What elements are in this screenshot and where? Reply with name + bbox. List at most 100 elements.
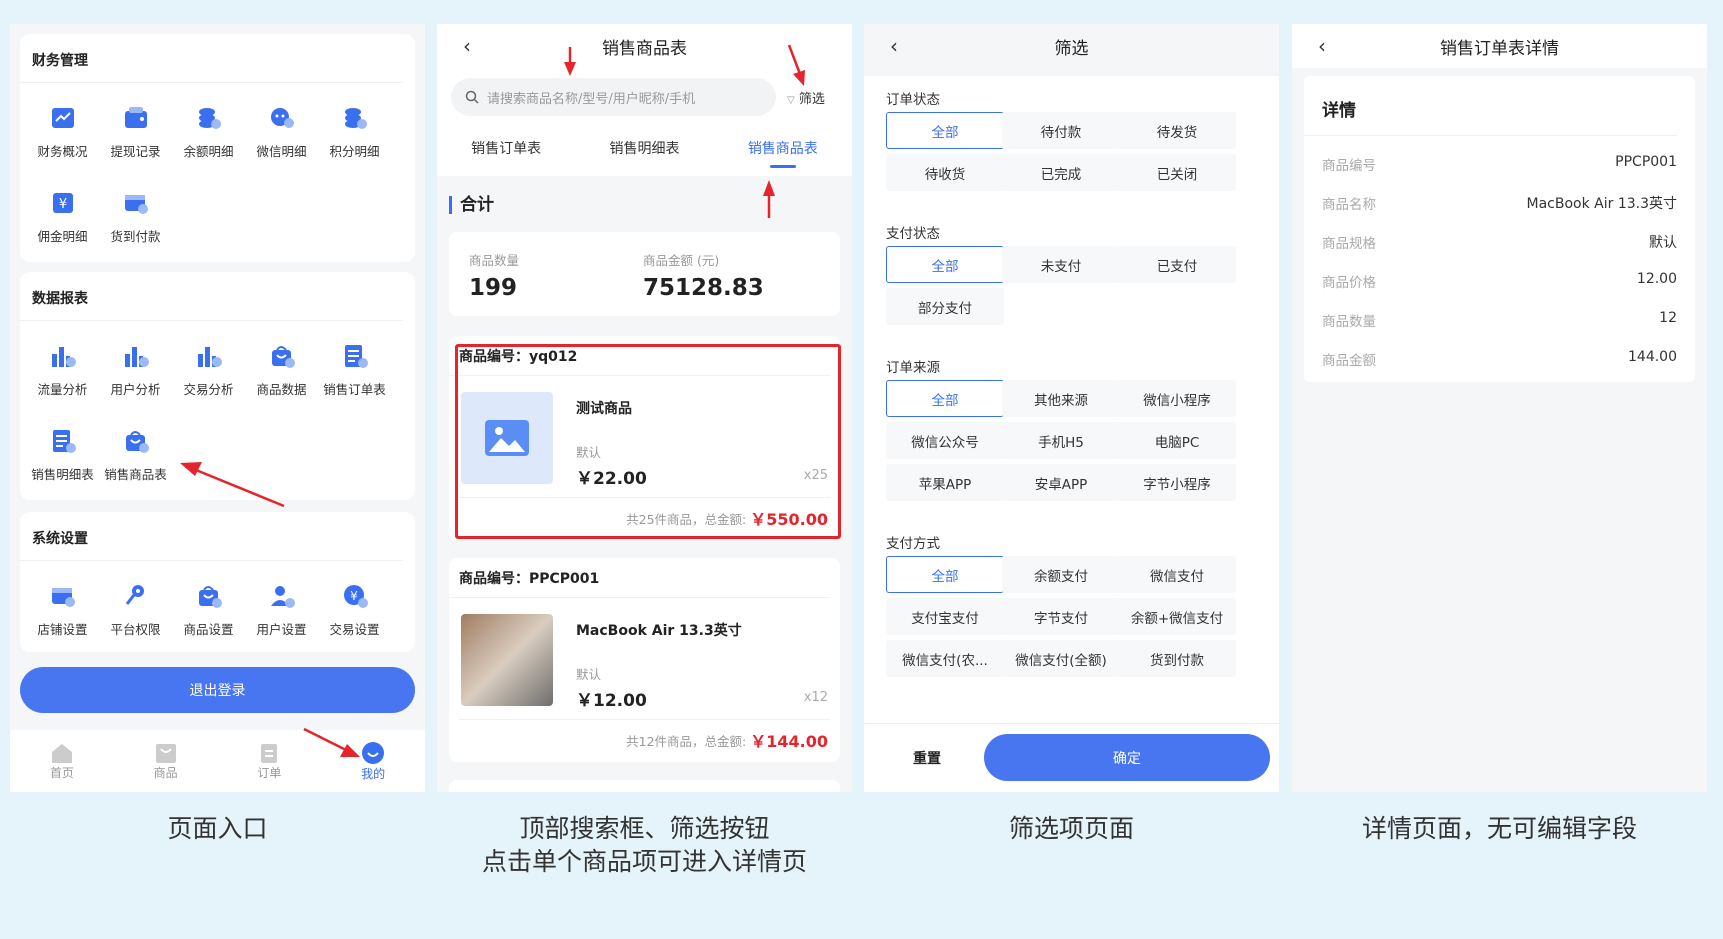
detail-screen: ‹ 销售订单表详情 详情 商品编号 PPCP001 商品名称 MacBook Air … <box>1292 24 1707 792</box>
filter-option[interactable]: 全部 <box>886 380 1004 417</box>
menu-item-reports-0[interactable]: 流量分析 <box>26 333 99 418</box>
menu-icon-wrap <box>121 341 151 371</box>
detail-row: 商品编号 PPCP001 <box>1322 144 1677 183</box>
product-photo <box>461 614 553 706</box>
menu-item-label: 用户分析 <box>110 382 161 397</box>
qty-value: 199 <box>469 275 518 301</box>
logout-button[interactable]: 退出登录 <box>20 667 415 713</box>
menu-item-settings-4[interactable]: ¥ 交易设置 <box>318 573 391 658</box>
caption-search-line1: 顶部搜索框、筛选按钮 <box>519 814 770 843</box>
filter-option[interactable]: 余额支付 <box>1002 556 1120 593</box>
tab-home[interactable]: 首页 <box>10 730 114 792</box>
truck-icon <box>124 195 148 214</box>
filter-option[interactable]: 全部 <box>886 556 1004 593</box>
menu-item-finance-2[interactable]: 余额明细 <box>172 95 245 180</box>
menu-item-label: 交易设置 <box>329 622 380 637</box>
filter-button[interactable]: ▽ 筛选 <box>787 88 825 107</box>
menu-icon-wrap <box>121 426 151 456</box>
goods-icon <box>155 743 176 763</box>
filter-option[interactable]: 微信公众号 <box>886 422 1004 459</box>
filter-option[interactable]: 字节支付 <box>1002 598 1120 635</box>
filter-option[interactable]: 其他来源 <box>1002 380 1120 417</box>
menu-item-label: 货到付款 <box>110 229 161 244</box>
filter-option[interactable]: 手机H5 <box>1002 422 1120 459</box>
menu-item-settings-3[interactable]: 用户设置 <box>245 573 318 658</box>
tab-profile[interactable]: 我的 <box>321 730 425 792</box>
bag-settings-icon <box>198 586 222 608</box>
confirm-button[interactable]: 确定 <box>984 734 1270 781</box>
header: ‹ 筛选 <box>864 24 1279 68</box>
filter-option[interactable]: 支付宝支付 <box>886 598 1004 635</box>
menu-icon-wrap <box>267 103 297 133</box>
menu-icon-wrap <box>267 581 297 611</box>
filter-option[interactable]: 微信支付(农... <box>886 640 1004 677</box>
detail-doc-icon <box>52 430 76 453</box>
tab-orders[interactable]: 订单 <box>218 730 322 792</box>
menu-item-reports-1[interactable]: 用户分析 <box>99 333 172 418</box>
bottom-tabbar: 首页 商品 订单 我的 <box>10 730 425 792</box>
menu-item-settings-0[interactable]: 店铺设置 <box>26 573 99 658</box>
menu-item-settings-1[interactable]: 平台权限 <box>99 573 172 658</box>
amount-label: 商品金额 (元) <box>643 253 720 268</box>
summary-title: 合计 <box>449 196 494 214</box>
filter-option[interactable]: 待付款 <box>1002 112 1120 149</box>
filter-option[interactable]: 全部 <box>886 112 1004 149</box>
tab-sales-details[interactable]: 销售明细表 <box>609 138 679 158</box>
trade-chart-icon <box>197 347 222 367</box>
detail-key: 商品价格 <box>1322 275 1376 291</box>
tab-sales-orders[interactable]: 销售订单表 <box>471 138 541 158</box>
back-arrow-icon[interactable]: ‹ <box>1318 34 1326 58</box>
filter-option[interactable]: 电脑PC <box>1118 422 1236 459</box>
order-footer: 共12件商品，总金额: ￥144.00 <box>449 720 840 760</box>
filter-option[interactable]: 待发货 <box>1118 112 1236 149</box>
filter-option[interactable]: 部分支付 <box>886 288 1004 325</box>
filter-option[interactable]: 待收货 <box>886 154 1004 191</box>
menu-icon-wrap <box>194 103 224 133</box>
finance-card: 财务管理 财务概况 提现记录 余额明细 微信明细 积分明细 ¥ 佣金明细 货到付款 <box>20 34 415 262</box>
filter-option[interactable]: 安卓APP <box>1002 464 1120 501</box>
menu-item-finance-3[interactable]: 微信明细 <box>245 95 318 180</box>
search-input[interactable]: 请搜索商品名称/型号/用户昵称/手机 <box>451 78 776 116</box>
filter-option[interactable]: 微信小程序 <box>1118 380 1236 417</box>
filter-option[interactable]: 已完成 <box>1002 154 1120 191</box>
filter-option[interactable]: 苹果APP <box>886 464 1004 501</box>
menu-item-label: 销售明细表 <box>31 467 94 482</box>
menu-item-settings-2[interactable]: 商品设置 <box>172 573 245 658</box>
filter-option[interactable]: 货到付款 <box>1118 640 1236 677</box>
menu-item-finance-0[interactable]: 财务概况 <box>26 95 99 180</box>
filter-option[interactable]: 微信支付 <box>1118 556 1236 593</box>
menu-icon-wrap <box>121 581 151 611</box>
detail-key: 商品数量 <box>1322 314 1376 330</box>
tab-sales-goods[interactable]: 销售商品表 <box>748 138 818 168</box>
detail-key: 商品名称 <box>1322 197 1376 213</box>
filter-option[interactable]: 未支付 <box>1002 246 1120 283</box>
order-item[interactable]: 商品编号：PPCP001 MacBook Air 13.3英寸 默认 ￥12.0… <box>449 558 840 762</box>
tab-goods-label: 商品 <box>153 765 178 780</box>
filter-option[interactable]: 已支付 <box>1118 246 1236 283</box>
menu-item-reports-2[interactable]: 交易分析 <box>172 333 245 418</box>
tab-goods[interactable]: 商品 <box>114 730 218 792</box>
filter-option[interactable]: 已关闭 <box>1118 154 1236 191</box>
back-arrow-icon[interactable]: ‹ <box>890 34 898 58</box>
finance-title: 财务管理 <box>20 34 403 83</box>
filter-option[interactable]: 余额+微信支付 <box>1118 598 1236 635</box>
menu-item-reports-6[interactable]: 销售商品表 <box>99 418 172 503</box>
menu-item-finance-6[interactable]: 货到付款 <box>99 180 172 265</box>
filter-option[interactable]: 全部 <box>886 246 1004 283</box>
filter-section-title: 支付方式 <box>886 536 940 552</box>
menu-item-finance-5[interactable]: ¥ 佣金明细 <box>26 180 99 265</box>
menu-item-reports-4[interactable]: 销售订单表 <box>318 333 391 418</box>
menu-item-reports-3[interactable]: 商品数据 <box>245 333 318 418</box>
menu-icon-wrap <box>121 188 151 218</box>
back-arrow-icon[interactable]: ‹ <box>463 34 471 58</box>
yen-icon: ¥ <box>52 193 73 213</box>
menu-item-finance-4[interactable]: 积分明细 <box>318 95 391 180</box>
menu-icon-wrap <box>121 103 151 133</box>
menu-item-reports-5[interactable]: 销售明细表 <box>26 418 99 503</box>
reset-button[interactable]: 重置 <box>913 748 941 768</box>
tab-profile-label: 我的 <box>361 766 386 781</box>
filter-option[interactable]: 微信支付(全额) <box>1002 640 1120 677</box>
menu-item-label: 积分明细 <box>329 144 380 159</box>
menu-item-finance-1[interactable]: 提现记录 <box>99 95 172 180</box>
filter-option[interactable]: 字节小程序 <box>1118 464 1236 501</box>
